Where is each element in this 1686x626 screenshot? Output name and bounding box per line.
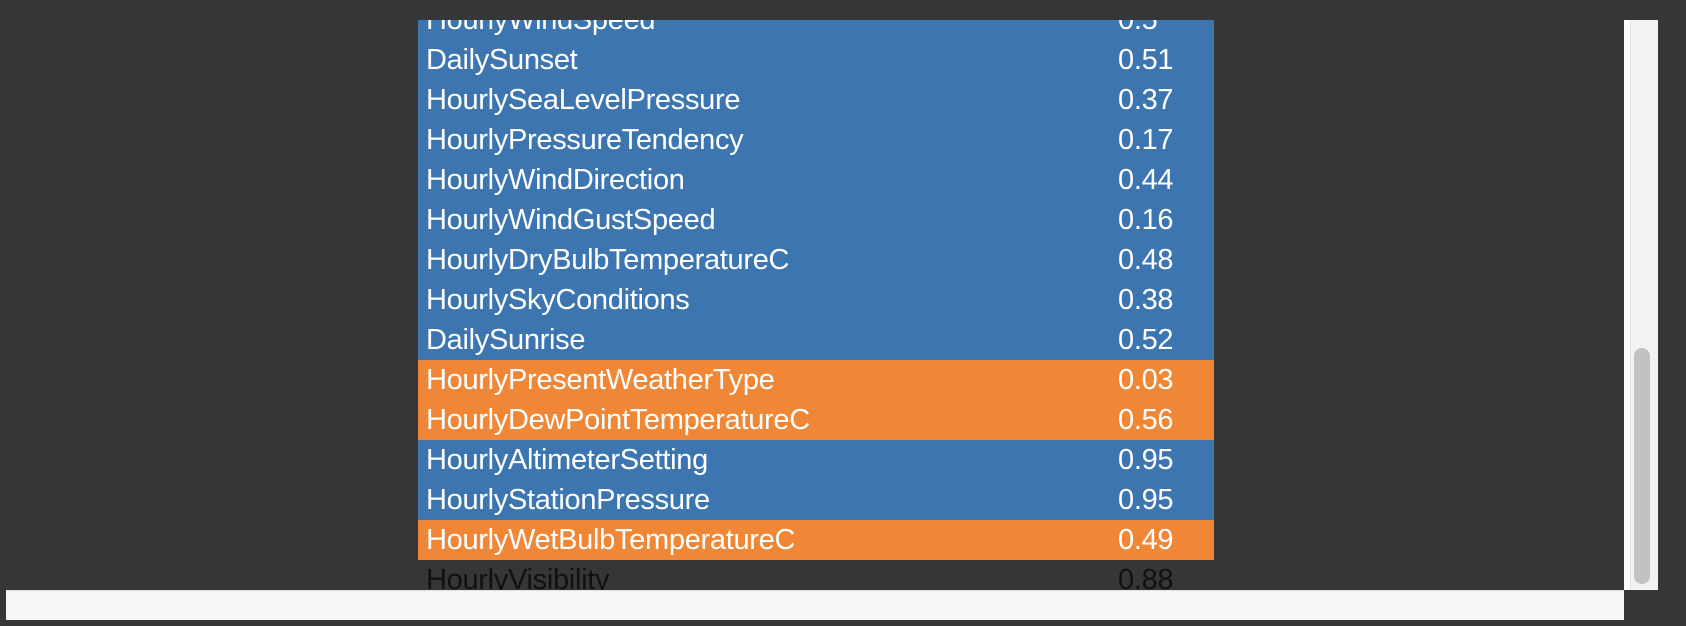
table-row: HourlyWetBulbTemperatureC 0.49 (418, 520, 1214, 560)
feature-value: 0.95 (1118, 443, 1174, 476)
feature-name: HourlyWetBulbTemperatureC (426, 523, 796, 556)
table-row: DailySunrise 0.52 (418, 320, 1214, 360)
feature-name: HourlyWindGustSpeed (426, 203, 716, 236)
table-row: HourlyWindGustSpeed 0.16 (418, 200, 1214, 240)
feature-value: 0.16 (1118, 203, 1174, 236)
table-row: HourlySeaLevelPressure 0.37 (418, 80, 1214, 120)
vertical-scrollbar-thumb[interactable] (1634, 348, 1650, 584)
table-row: HourlyDewPointTemperatureC 0.56 (418, 400, 1214, 440)
feature-value: 0.56 (1118, 403, 1174, 436)
feature-name: HourlyWindDirection (426, 163, 685, 196)
feature-name: HourlyPressureTendency (426, 123, 744, 156)
horizontal-scrollbar[interactable] (6, 590, 1624, 621)
feature-name: HourlyStationPressure (426, 483, 710, 516)
feature-value: 0.48 (1118, 243, 1174, 276)
feature-value: 0.17 (1118, 123, 1174, 156)
table-row: HourlyPresentWeatherType 0.03 (418, 360, 1214, 400)
feature-name: DailySunrise (426, 323, 586, 356)
feature-value: 0.51 (1118, 43, 1174, 76)
feature-name: HourlyWindSpeed (426, 20, 656, 37)
table-row: HourlyDryBulbTemperatureC 0.48 (418, 240, 1214, 280)
feature-value: 0.52 (1118, 323, 1174, 356)
feature-name: HourlySeaLevelPressure (426, 83, 741, 116)
table-row: HourlyWindDirection 0.44 (418, 160, 1214, 200)
feature-value: 0.44 (1118, 163, 1174, 196)
feature-name: HourlyDryBulbTemperatureC (426, 243, 790, 276)
table-row: HourlySkyConditions 0.38 (418, 280, 1214, 320)
feature-value: 0.38 (1118, 283, 1174, 316)
right-border (1658, 0, 1686, 626)
table-row: HourlyPressureTendency 0.17 (418, 120, 1214, 160)
feature-name: HourlySkyConditions (426, 283, 690, 316)
feature-table: HourlyWindSpeed 0.5 DailySunset 0.51 HourlyS… (418, 20, 1214, 590)
feature-value: 0.5 (1118, 20, 1158, 37)
feature-name: HourlyPresentWeatherType (426, 363, 775, 396)
table-row: HourlyAltimeterSetting 0.95 (418, 440, 1214, 480)
table-row: HourlyVisibility 0.88 (418, 560, 1214, 591)
feature-value: 0.37 (1118, 83, 1174, 116)
table-row: HourlyWindSpeed 0.5 (418, 20, 1214, 40)
feature-name: HourlyAltimeterSetting (426, 443, 708, 476)
feature-value: 0.49 (1118, 523, 1174, 556)
table-row: HourlyStationPressure 0.95 (418, 480, 1214, 520)
feature-value: 0.95 (1118, 483, 1174, 516)
feature-value: 0.88 (1118, 563, 1174, 591)
feature-name: HourlyVisibility (426, 563, 610, 591)
bottom-border (0, 620, 1686, 626)
feature-value: 0.03 (1118, 363, 1174, 396)
scroll-viewport[interactable]: HourlyWindSpeed 0.5 DailySunset 0.51 HourlyS… (6, 20, 1624, 590)
table-row: DailySunset 0.51 (418, 40, 1214, 80)
feature-name: DailySunset (426, 43, 578, 76)
feature-name: HourlyDewPointTemperatureC (426, 403, 810, 436)
